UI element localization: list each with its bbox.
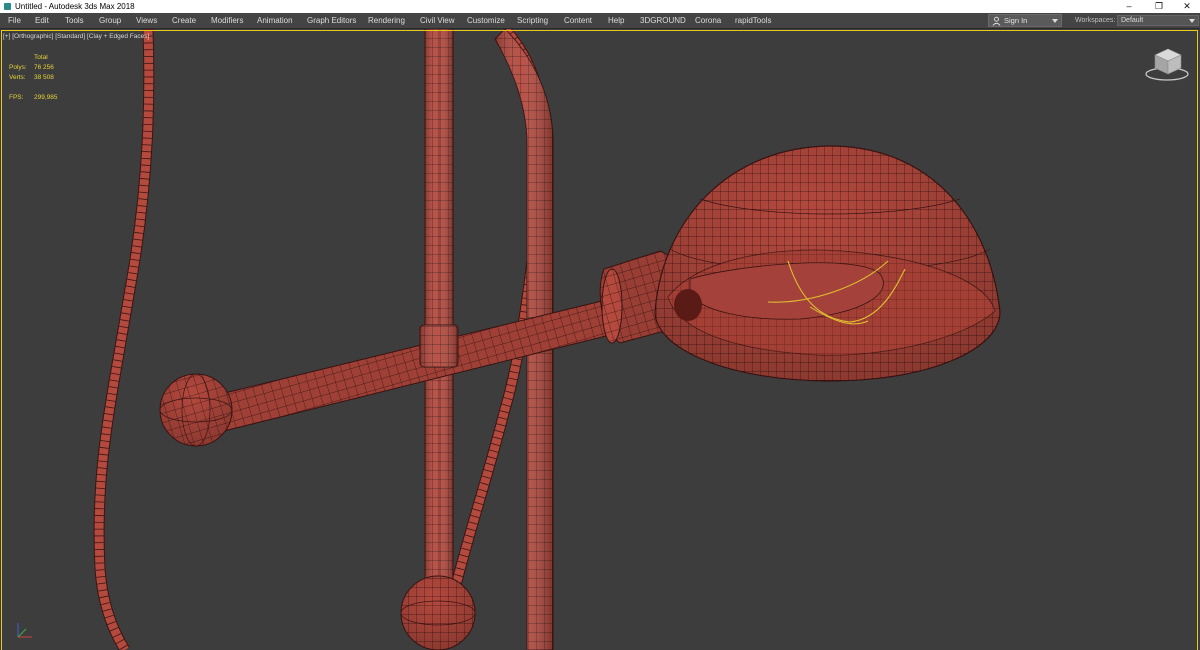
sign-in-label: Sign In <box>1004 16 1028 25</box>
menu-content[interactable]: Content <box>564 13 592 28</box>
menu-3dground[interactable]: 3DGROUND <box>640 13 686 28</box>
verts-value: 38 508 <box>34 74 54 81</box>
close-button[interactable]: ✕ <box>1172 0 1200 13</box>
window-title: Untitled - Autodesk 3ds Max 2018 <box>15 2 135 11</box>
viewport[interactable]: [+] [Orthographic] [Standard] [Clay + Ed… <box>0 29 1200 650</box>
menu-animation[interactable]: Animation <box>257 13 293 28</box>
menu-create[interactable]: Create <box>172 13 196 28</box>
workspaces-value: Default <box>1121 17 1144 24</box>
menu-rapidtools[interactable]: rapidTools <box>735 13 771 28</box>
polys-value: 76 256 <box>34 64 54 71</box>
workspaces-select[interactable]: Default <box>1117 15 1199 26</box>
chevron-down-icon <box>1052 19 1058 23</box>
workspaces-label: Workspaces: <box>1075 17 1116 24</box>
app-icon <box>4 3 11 10</box>
menu-rendering[interactable]: Rendering <box>368 13 405 28</box>
polys-label: Polys: <box>9 64 27 71</box>
chevron-down-icon <box>1189 19 1195 23</box>
viewport-label[interactable]: [+] [Orthographic] [Standard] [Clay + Ed… <box>3 33 149 40</box>
menu-group[interactable]: Group <box>99 13 121 28</box>
title-bar: Untitled - Autodesk 3ds Max 2018 – ❐ ✕ <box>0 0 1200 13</box>
menu-help[interactable]: Help <box>608 13 624 28</box>
menu-edit[interactable]: Edit <box>35 13 49 28</box>
fps-value: 299,985 <box>34 94 58 101</box>
menu-views[interactable]: Views <box>136 13 157 28</box>
menu-modifiers[interactable]: Modifiers <box>211 13 243 28</box>
minimize-button[interactable]: – <box>1114 0 1144 13</box>
restore-button[interactable]: ❐ <box>1144 0 1174 13</box>
active-viewport-border <box>1 30 1198 650</box>
menu-graph-editors[interactable]: Graph Editors <box>307 13 356 28</box>
user-icon <box>992 16 1001 26</box>
menu-civil-view[interactable]: Civil View <box>420 13 455 28</box>
menu-corona[interactable]: Corona <box>695 13 721 28</box>
menu-file[interactable]: File <box>8 13 21 28</box>
menu-tools[interactable]: Tools <box>65 13 84 28</box>
verts-label: Verts: <box>9 74 26 81</box>
stats-header: Total <box>34 54 48 61</box>
menu-customize[interactable]: Customize <box>467 13 505 28</box>
fps-label: FPS: <box>9 94 24 101</box>
sign-in-dropdown[interactable]: Sign In <box>988 14 1062 27</box>
menu-scripting[interactable]: Scripting <box>517 13 548 28</box>
